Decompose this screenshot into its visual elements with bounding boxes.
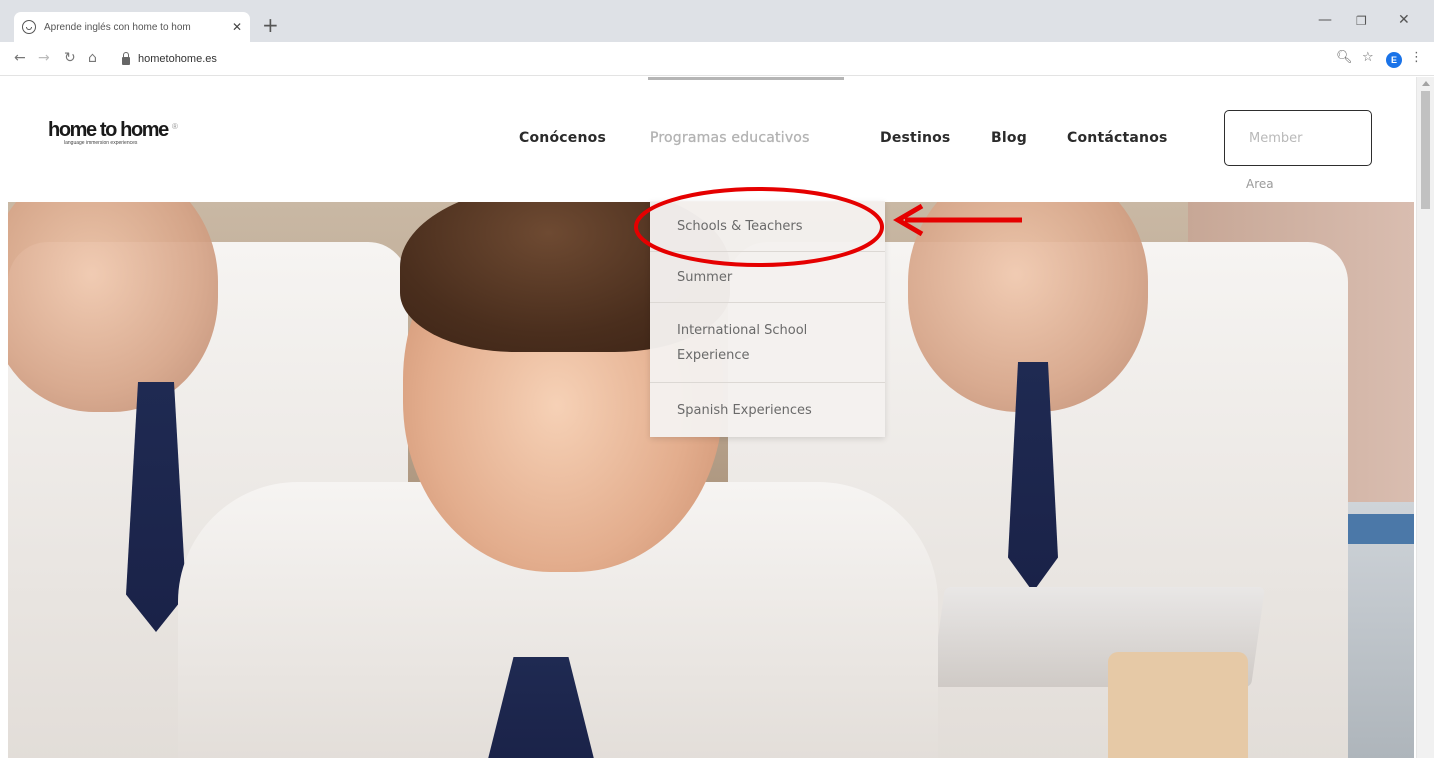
member-area-button[interactable]: Member [1224, 110, 1372, 166]
dropdown-item-international-school-experience[interactable]: International School Experience [650, 303, 885, 383]
scroll-up-icon[interactable] [1422, 81, 1430, 86]
window-minimize-button[interactable]: — [1318, 12, 1332, 28]
window-maximize-button[interactable]: ❐ [1356, 14, 1367, 28]
new-tab-button[interactable]: + [262, 13, 279, 37]
dropdown-item-schools-teachers[interactable]: Schools & Teachers [650, 201, 885, 252]
active-nav-indicator [648, 77, 844, 80]
bookmark-star-icon[interactable]: ☆ [1362, 50, 1374, 66]
address-bar[interactable]: hometohome.es [114, 47, 1294, 71]
member-area-label[interactable]: Area [1246, 177, 1274, 191]
logo-text: home to home [48, 119, 169, 141]
site-header: home to home ® language immersion experie… [0, 77, 1416, 202]
lock-icon [122, 51, 130, 65]
profile-avatar[interactable]: E [1386, 52, 1402, 68]
screenshot: Aprende inglés con home to hom ✕ + — ❐ ✕… [0, 0, 1434, 758]
site-logo[interactable]: home to home ® language immersion experie… [48, 119, 178, 146]
tab-close-icon[interactable]: ✕ [232, 20, 242, 34]
site-favicon-icon [22, 20, 36, 34]
browser-tabstrip: Aprende inglés con home to hom ✕ + — ❐ ✕ [0, 0, 1434, 42]
tab-title: Aprende inglés con home to hom [44, 21, 191, 33]
scrollbar-thumb[interactable] [1421, 91, 1430, 209]
browser-toolbar: ← → ↻ ⌂ hometohome.es 🔍︎ ☆ E ⋮ [0, 42, 1434, 76]
dropdown-item-spanish-experiences[interactable]: Spanish Experiences [650, 383, 885, 437]
zoom-icon[interactable]: 🔍︎ [1336, 50, 1353, 66]
forward-button[interactable]: → [38, 50, 50, 66]
browser-menu-icon[interactable]: ⋮ [1410, 50, 1423, 66]
browser-tab[interactable]: Aprende inglés con home to hom ✕ [14, 12, 250, 42]
dropdown-item-summer[interactable]: Summer [650, 252, 885, 303]
nav-conocenos[interactable]: Conócenos [519, 130, 606, 146]
window-close-button[interactable]: ✕ [1398, 12, 1410, 28]
logo-mark: ® [171, 122, 178, 131]
member-button-label: Member [1249, 131, 1303, 146]
web-page: home to home ® language immersion experie… [0, 77, 1434, 758]
reload-button[interactable]: ↻ [64, 50, 76, 66]
nav-blog[interactable]: Blog [991, 130, 1027, 146]
url-text: hometohome.es [138, 53, 217, 65]
home-button[interactable]: ⌂ [88, 50, 97, 66]
nav-contactanos[interactable]: Contáctanos [1067, 130, 1168, 146]
nav-programas-educativos[interactable]: Programas educativos [650, 130, 810, 146]
programas-dropdown-menu: Schools & Teachers Summer International … [650, 201, 885, 437]
nav-destinos[interactable]: Destinos [880, 130, 950, 146]
page-scrollbar[interactable] [1416, 77, 1434, 758]
back-button[interactable]: ← [14, 50, 26, 66]
